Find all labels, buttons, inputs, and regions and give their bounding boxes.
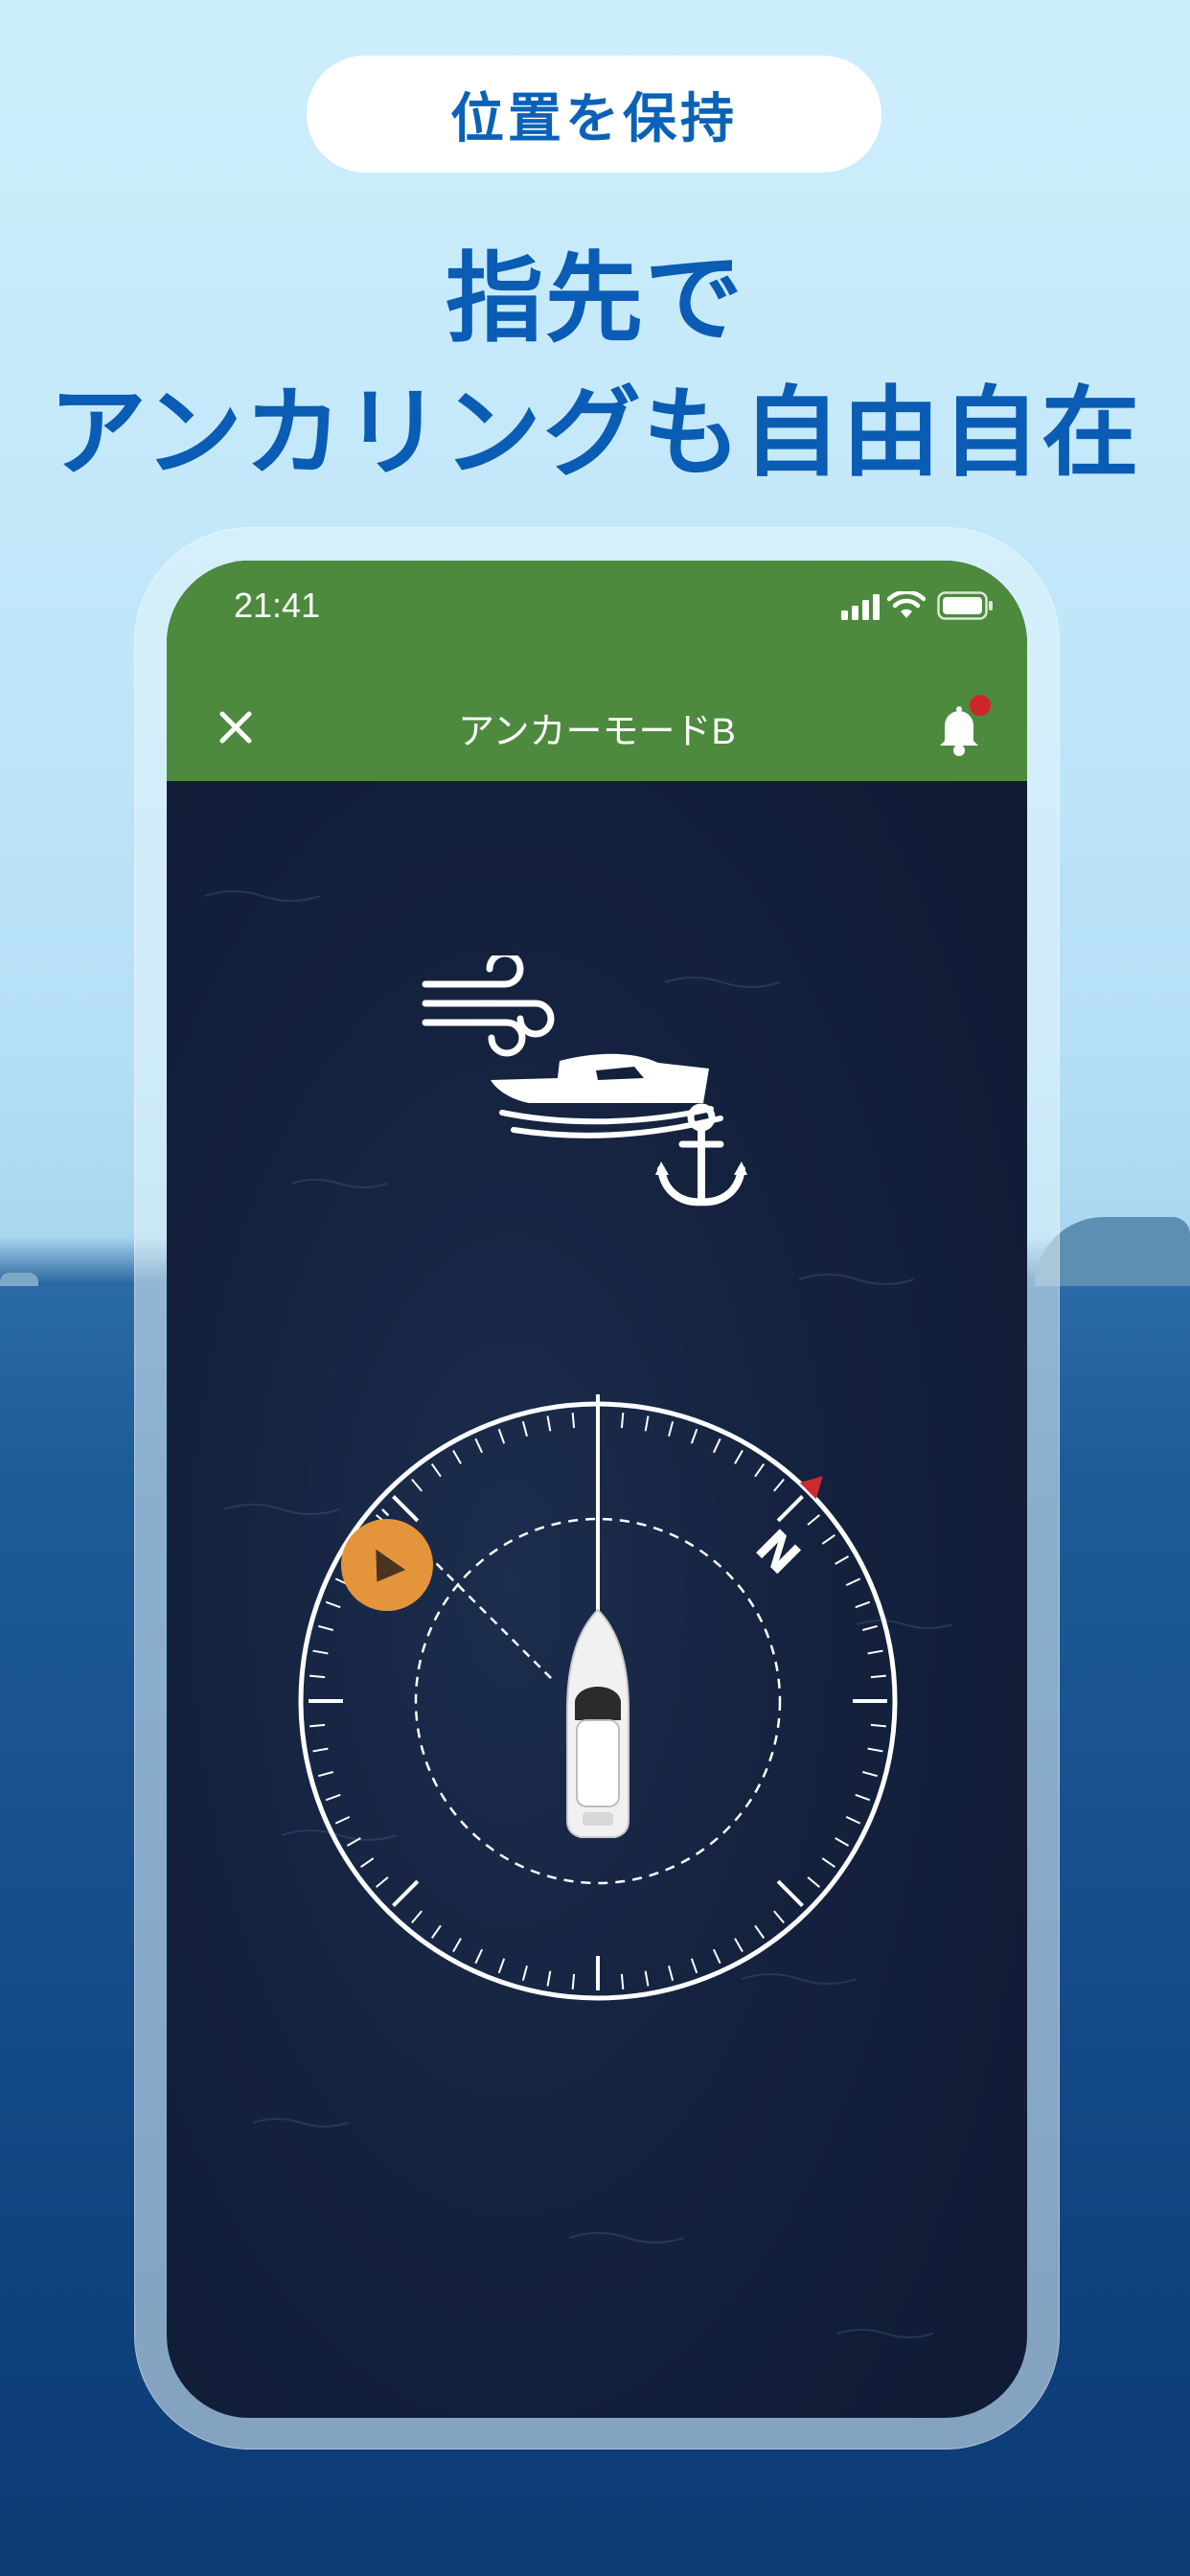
compass-dial[interactable]: N	[291, 1394, 904, 2008]
compass-tick	[773, 1910, 785, 1923]
compass-tick	[734, 1938, 744, 1953]
compass-tick	[571, 1973, 576, 1990]
compass-tick	[867, 1649, 883, 1655]
compass-tick	[644, 1970, 650, 1987]
compass-tick	[690, 1428, 698, 1444]
compass-tick	[430, 1463, 442, 1478]
compass-tick	[861, 1624, 878, 1631]
compass-tick	[867, 1747, 883, 1753]
compass-tick	[776, 1495, 804, 1523]
compass-tick	[312, 1649, 329, 1655]
compass-tick	[452, 1938, 462, 1953]
compass-tick	[668, 1421, 675, 1438]
compass-tick	[571, 1413, 576, 1429]
compass-tick	[452, 1449, 462, 1464]
headline-line-2: アンカリングも自由自在	[49, 377, 1141, 491]
compass-tick	[773, 1479, 785, 1492]
compass-tick	[497, 1958, 506, 1974]
compass-tick	[360, 1857, 375, 1869]
compass-tick	[690, 1958, 698, 1974]
signal-icon	[841, 594, 880, 620]
status-time: 21:41	[234, 586, 321, 625]
compass-tick	[821, 1857, 835, 1869]
compass-tick	[325, 1600, 341, 1609]
compass-tick	[835, 1555, 850, 1565]
navigation-bar: アンカーモードB	[167, 674, 1027, 781]
compass-tick	[855, 1600, 871, 1609]
compass-tick	[411, 1910, 423, 1923]
compass-tick	[734, 1449, 744, 1464]
anchor-icon	[655, 1103, 747, 1207]
compass-tick	[712, 1438, 721, 1454]
compass-tick	[325, 1793, 341, 1802]
compass-tick	[620, 1973, 625, 1990]
compass-tick	[334, 1815, 351, 1825]
compass-tick	[644, 1415, 650, 1432]
compass-tick	[546, 1970, 552, 1987]
battery-icon	[937, 591, 993, 620]
compass-tick	[845, 1815, 861, 1825]
compass-tick	[430, 1924, 442, 1939]
compass-tick	[807, 1514, 820, 1526]
compass-tick	[318, 1771, 334, 1778]
compass-tick	[821, 1533, 835, 1545]
compass-tick	[521, 1965, 528, 1981]
compass-tick	[835, 1837, 850, 1847]
island-left	[0, 1273, 38, 1286]
headline-line-1: 指先で	[446, 242, 744, 356]
compass-tick	[474, 1948, 484, 1965]
feature-badge: 位置を保持	[307, 56, 881, 172]
compass-tick	[474, 1438, 484, 1454]
phone-screen: 21:41 アンカーモードB N	[167, 561, 1027, 2418]
compass-tick	[870, 1723, 886, 1728]
compass-tick	[845, 1577, 861, 1587]
compass-tick	[312, 1747, 329, 1753]
compass-tick	[754, 1924, 766, 1939]
north-marker-icon	[799, 1476, 823, 1500]
status-bar: 21:41	[167, 561, 1027, 674]
compass-tick	[309, 1674, 326, 1679]
compass-tick	[712, 1948, 721, 1965]
notification-dot	[970, 695, 991, 716]
compass-tick	[411, 1479, 423, 1492]
compass-tick	[497, 1428, 506, 1444]
nav-title: アンカーモードB	[458, 711, 736, 752]
compass-tick	[546, 1415, 552, 1432]
notification-button[interactable]	[926, 695, 993, 762]
compass-tick	[346, 1837, 361, 1847]
compass-tick	[861, 1771, 878, 1778]
waypoint-marker[interactable]	[341, 1519, 433, 1611]
boat-topview-icon	[566, 1608, 629, 1838]
waypoint-marker-icon	[376, 1549, 406, 1582]
close-icon	[219, 711, 252, 744]
close-button[interactable]	[205, 697, 266, 758]
compass-tick	[620, 1413, 625, 1429]
compass-tick	[807, 1876, 820, 1888]
compass-tick	[855, 1793, 871, 1802]
compass-tick	[376, 1876, 389, 1888]
compass-tick	[668, 1965, 675, 1981]
feature-badge-text: 位置を保持	[450, 87, 738, 150]
compass-tick	[754, 1463, 766, 1478]
compass-tick	[392, 1495, 420, 1523]
compass-tick	[521, 1421, 528, 1438]
compass-tick	[318, 1624, 334, 1631]
compass-tick	[776, 1879, 804, 1907]
compass-north-label: N	[745, 1520, 811, 1585]
compass-tick	[309, 1723, 326, 1728]
compass-tick	[392, 1879, 420, 1907]
compass-tick	[870, 1674, 886, 1679]
wifi-icon	[887, 591, 926, 618]
